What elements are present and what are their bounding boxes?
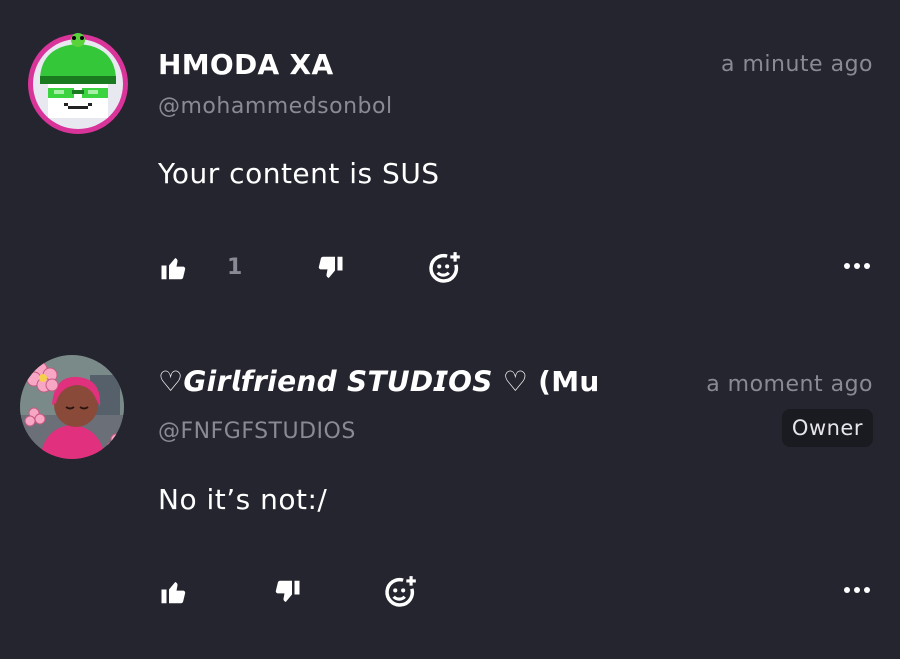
add-reaction-icon	[381, 573, 419, 611]
more-options-button[interactable]	[840, 578, 874, 602]
more-options-icon	[842, 262, 872, 270]
comment-handle[interactable]: @mohammedsonbol	[158, 94, 393, 119]
owner-badge: Owner	[781, 409, 873, 447]
like-button[interactable]	[158, 576, 190, 608]
more-options-button[interactable]	[840, 254, 874, 278]
comment-handle[interactable]: @FNFGFSTUDIOS	[158, 419, 356, 444]
dislike-button[interactable]	[271, 576, 303, 608]
add-reaction-button[interactable]	[380, 572, 420, 612]
add-reaction-icon	[425, 249, 463, 287]
avatar[interactable]	[20, 355, 124, 459]
like-button[interactable]	[158, 252, 190, 284]
dislike-button[interactable]	[314, 252, 346, 284]
thumbs-up-icon	[159, 577, 189, 607]
thumbs-down-icon	[272, 577, 302, 607]
like-count: 1	[227, 255, 243, 280]
comment-author[interactable]: ♡𝙂𝙞𝙧𝙡𝙛𝙧𝙞𝙚𝙣𝙙 𝙎𝙏𝙐𝘿𝙄𝙊𝙎 ♡ (Mu	[158, 365, 670, 398]
comment-item: HMODA XA @mohammedsonbol a minute ago Yo…	[0, 0, 900, 325]
more-options-icon	[842, 586, 872, 594]
comment-item: ♡𝙂𝙞𝙧𝙡𝙛𝙧𝙞𝙚𝙣𝙙 𝙎𝙏𝙐𝘿𝙄𝙊𝙎 ♡ (Mu @FNFGFSTUDIOS …	[0, 325, 900, 659]
thumbs-up-icon	[159, 253, 189, 283]
comment-text: No it’s not:/	[158, 483, 328, 516]
comment-timestamp: a moment ago	[706, 372, 873, 397]
avatar[interactable]	[26, 32, 130, 136]
add-reaction-button[interactable]	[424, 248, 464, 288]
thumbs-down-icon	[315, 253, 345, 283]
comment-author[interactable]: HMODA XA	[158, 48, 333, 81]
comment-text: Your content is SUS	[158, 157, 440, 190]
comment-timestamp: a minute ago	[721, 52, 873, 77]
